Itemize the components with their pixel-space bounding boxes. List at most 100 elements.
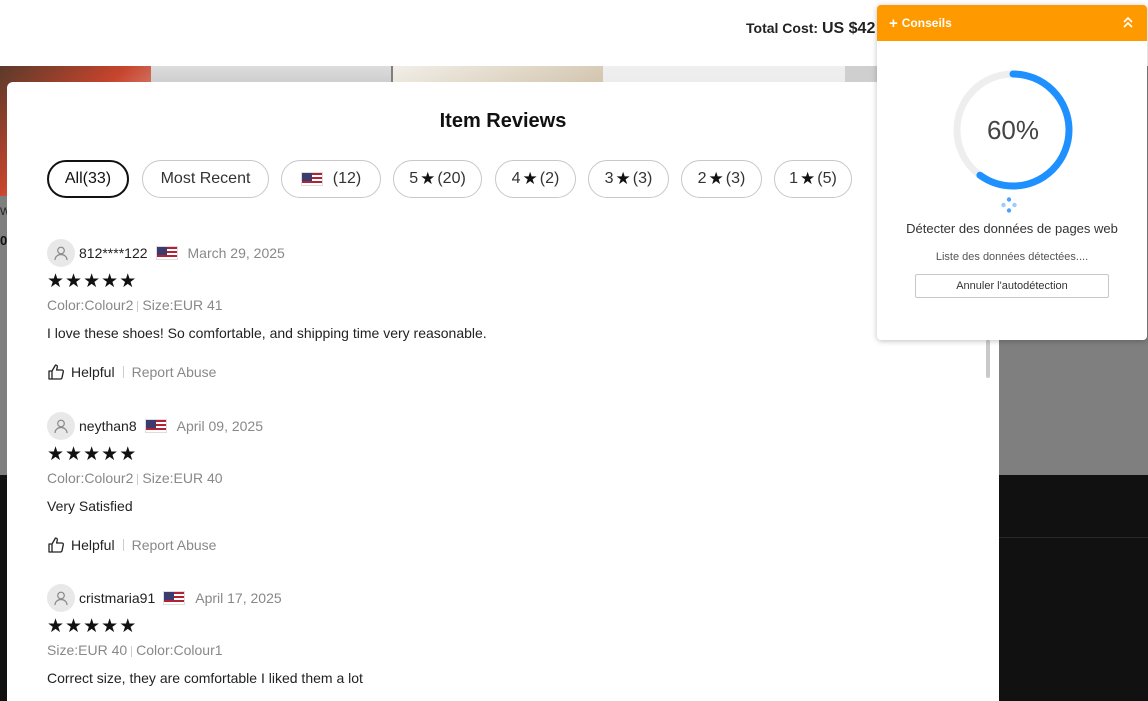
review-text: Correct size, they are comfortable I lik…: [47, 670, 363, 686]
review-attributes: Color:Colour2 Size:EUR 40: [47, 470, 947, 486]
star-icon: ★: [83, 443, 101, 465]
attribute-divider: [137, 473, 139, 485]
report-abuse-link[interactable]: Report Abuse: [132, 537, 217, 553]
progress-percent: 60%: [986, 114, 1040, 145]
review-attribute: Color:Colour2: [47, 297, 134, 313]
chevron-double-up-icon[interactable]: [1121, 14, 1135, 30]
filter-label: All(33): [64, 170, 112, 187]
modal-scrollbar[interactable]: [986, 340, 990, 378]
filter-label: Most Recent: [160, 170, 251, 187]
review-text: I love these shoes! So comfortable, and …: [47, 325, 487, 341]
star-icon: ★: [119, 615, 137, 637]
user-icon: [54, 246, 68, 261]
us-flag-icon: [163, 591, 186, 605]
review-attribute: Size:EUR 40: [47, 642, 128, 658]
us-flag-icon: [144, 419, 167, 433]
action-divider: [122, 539, 124, 551]
review-date: March 29, 2025: [187, 245, 285, 261]
report-abuse-link[interactable]: Report Abuse: [132, 364, 217, 380]
filter-most-recent[interactable]: Most Recent: [142, 160, 269, 198]
detected-list-label: Liste des données détectées....: [935, 251, 1089, 263]
attribute-divider: [137, 300, 139, 312]
star-icon: ★: [101, 270, 119, 292]
reviewer-name: 812****122: [79, 245, 148, 261]
filter-all[interactable]: All(33): [47, 160, 129, 198]
review-item: neythan8 April 09, 2025 ★ ★ ★ ★ ★ Color:Colo…: [47, 412, 947, 554]
star-icon: ★: [47, 615, 65, 637]
star-icon: ★: [119, 270, 137, 292]
review-text: Very Satisfied: [47, 498, 133, 514]
thumbs-up-icon: [48, 364, 64, 380]
extension-title: Conseils: [901, 16, 952, 30]
star-icon: ★: [119, 443, 137, 465]
review-item: cristmaria91 April 17, 2025 ★ ★ ★ ★ ★ Size:E…: [47, 584, 947, 686]
helpful-button[interactable]: Helpful: [47, 536, 115, 554]
extension-header[interactable]: + Conseils: [877, 5, 1147, 41]
review-actions: Helpful Report Abuse: [47, 363, 947, 381]
total-cost-label: Total Cost:: [746, 20, 819, 36]
footer-divider: [999, 537, 1148, 538]
review-attribute: Size:EUR 40: [142, 470, 223, 486]
helpful-button[interactable]: Helpful: [47, 363, 115, 381]
review-date: April 09, 2025: [176, 418, 264, 434]
star-icon: ★: [615, 169, 631, 188]
filter-4-star[interactable]: 4 ★ (2): [495, 160, 576, 198]
thumbs-up-icon: [48, 537, 64, 553]
total-cost: Total Cost: US $42: [746, 20, 875, 38]
user-icon: [54, 591, 68, 606]
star-icon: ★: [522, 169, 538, 188]
filter-1-star[interactable]: 1 ★ (5): [774, 160, 852, 198]
reviewer-name: cristmaria91: [79, 590, 156, 606]
star-icon: ★: [101, 443, 119, 465]
star-icon: ★: [83, 270, 101, 292]
filter-label: (12): [332, 170, 362, 187]
filter-3-star[interactable]: 3 ★ (3): [588, 160, 669, 198]
avatar: [47, 584, 75, 612]
filter-country[interactable]: (12): [281, 160, 381, 198]
reviews-modal: Item Reviews All(33) Most Recent (12) 5 ★…: [7, 82, 999, 701]
star-rating: ★ ★ ★ ★ ★: [47, 616, 947, 636]
avatar: [47, 412, 75, 440]
star-rating: ★ ★ ★ ★ ★: [47, 444, 947, 464]
star-icon: ★: [800, 169, 816, 188]
star-icon: ★: [65, 443, 83, 465]
cancel-autodetect-button[interactable]: Annuler l'autodétection: [915, 274, 1109, 298]
star-rating: ★ ★ ★ ★ ★: [47, 271, 947, 291]
modal-title: Item Reviews: [439, 110, 567, 132]
filter-rating: 1: [789, 170, 799, 187]
star-icon: ★: [420, 169, 436, 188]
helpful-label: Helpful: [71, 364, 115, 380]
filter-label: (5): [817, 170, 837, 187]
filter-rating: 5: [409, 170, 419, 187]
star-icon: ★: [708, 169, 724, 188]
review-actions: Helpful Report Abuse: [47, 536, 947, 554]
star-icon: ★: [101, 615, 119, 637]
review-item: 812****122 March 29, 2025 ★ ★ ★ ★ ★ Color:Co…: [47, 239, 947, 381]
action-divider: [122, 366, 124, 378]
review-attributes: Color:Colour2 Size:EUR 41: [47, 297, 947, 313]
review-attributes: Size:EUR 40 Color:Colour1: [47, 642, 947, 658]
filter-rating: 3: [604, 170, 614, 187]
filter-rating: 2: [697, 170, 707, 187]
star-icon: ★: [47, 270, 65, 292]
us-flag-icon: [300, 172, 323, 186]
filter-label: (20): [437, 170, 466, 187]
review-attribute: Color:Colour1: [136, 642, 223, 658]
review-attribute: Color:Colour2: [47, 470, 134, 486]
us-flag-icon: [155, 246, 178, 260]
star-icon: ★: [65, 270, 83, 292]
review-date: April 17, 2025: [195, 590, 282, 606]
star-icon: ★: [65, 615, 83, 637]
extension-panel: + Conseils 60% Détecter des données de p…: [877, 5, 1147, 340]
filter-label: (2): [539, 170, 560, 187]
filter-5-star[interactable]: 5 ★ (20): [393, 160, 482, 198]
reviewer-name: neythan8: [79, 418, 137, 434]
plus-icon: +: [889, 14, 898, 32]
filter-label: (3): [725, 170, 746, 187]
review-attribute: Size:EUR 41: [142, 297, 223, 313]
avatar: [47, 239, 75, 267]
filter-label: (3): [632, 170, 653, 187]
filter-2-star[interactable]: 2 ★ (3): [681, 160, 762, 198]
star-icon: ★: [83, 615, 101, 637]
attribute-divider: [131, 645, 133, 657]
